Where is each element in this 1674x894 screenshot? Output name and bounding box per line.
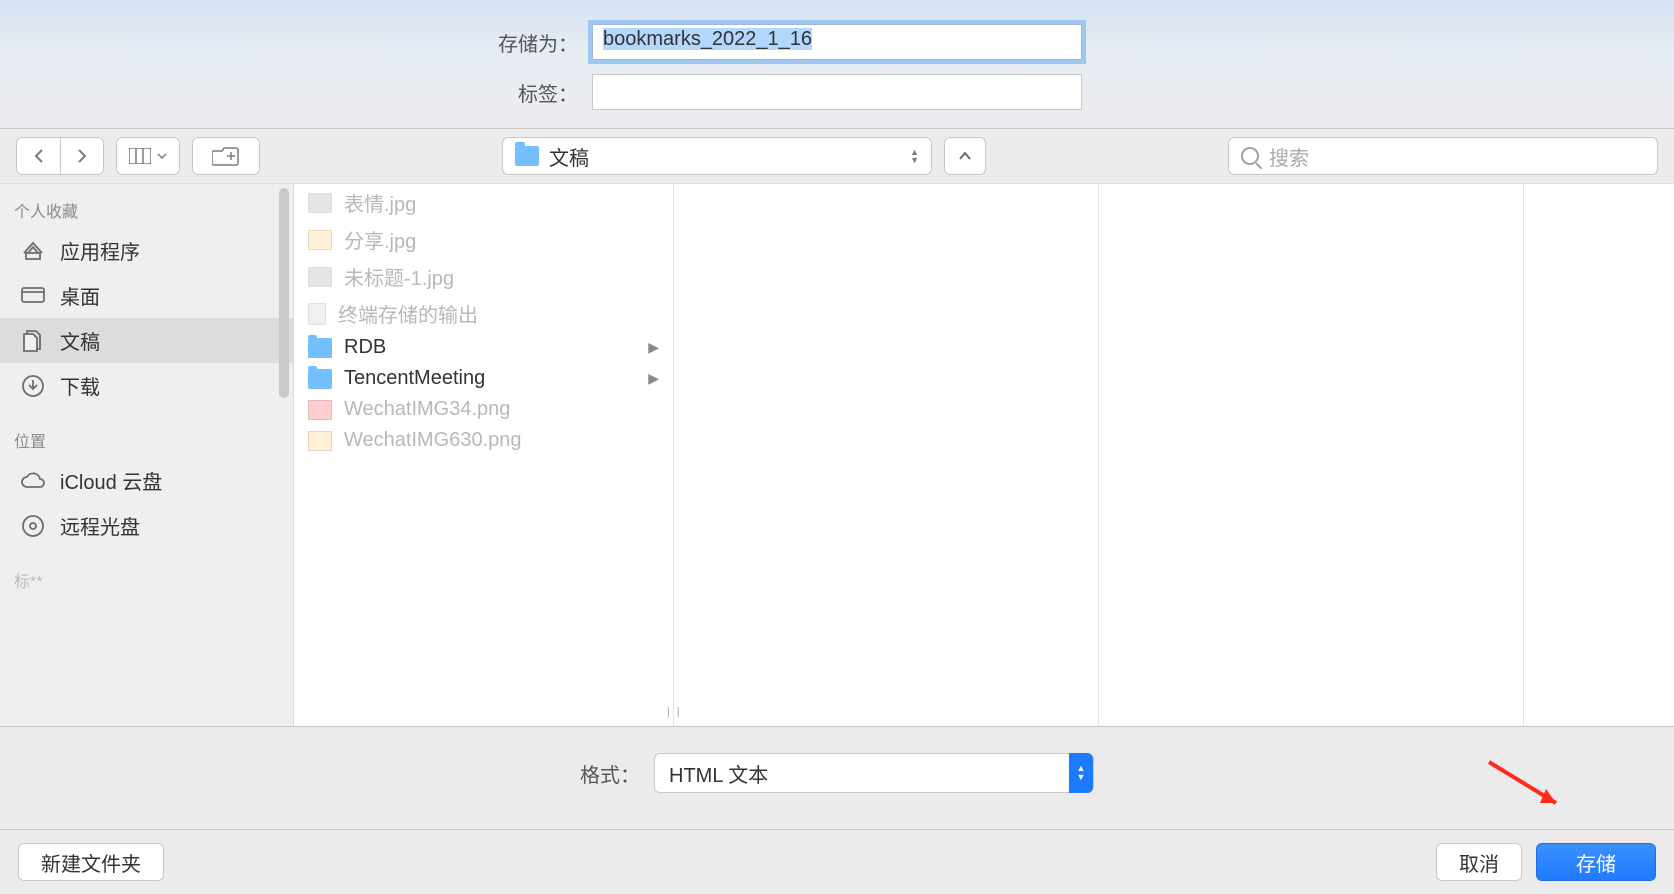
- search-icon: [1241, 147, 1259, 165]
- sidebar: 个人收藏 应用程序桌面文稿下载 位置 iCloud 云盘远程光盘 标**: [0, 184, 294, 726]
- file-name: WechatIMG34.png: [344, 398, 510, 421]
- folder-icon: [308, 338, 332, 358]
- view-mode-button[interactable]: [116, 137, 180, 175]
- cancel-label: 取消: [1459, 848, 1499, 877]
- apps-icon: [18, 239, 48, 263]
- sidebar-item-label: 下载: [60, 371, 100, 400]
- sidebar-section-locations: 位置: [0, 422, 293, 458]
- file-row: WechatIMG34.png: [294, 394, 673, 425]
- columns-icon: [129, 148, 151, 164]
- file-name: 未标题-1.jpg: [344, 262, 454, 291]
- cancel-button[interactable]: 取消: [1436, 843, 1522, 881]
- current-folder-select[interactable]: 文稿 ▲▼: [502, 137, 932, 175]
- sidebar-truncated: 标**: [0, 562, 293, 598]
- save-as-value: bookmarks_2022_1_16: [603, 28, 812, 50]
- sidebar-item-label: 应用程序: [60, 236, 140, 265]
- header-area: 存储为： bookmarks_2022_1_16 标签：: [0, 0, 1674, 129]
- column-resize-handle[interactable]: | |: [667, 706, 687, 722]
- stepper-icon: ▲▼: [1069, 753, 1093, 793]
- folder-plus-icon: [212, 146, 240, 166]
- downloads-icon: [18, 374, 48, 398]
- main-area: 个人收藏 应用程序桌面文稿下载 位置 iCloud 云盘远程光盘 标** 表情.…: [0, 184, 1674, 727]
- file-name: 表情.jpg: [344, 188, 416, 217]
- format-label: 格式：: [580, 759, 640, 788]
- file-icon: [308, 400, 332, 420]
- file-column-4: [1524, 184, 1674, 726]
- scrollbar[interactable]: [279, 188, 289, 398]
- collapse-button[interactable]: [944, 137, 986, 175]
- sidebar-item-downloads[interactable]: 下载: [0, 363, 293, 408]
- chevron-down-icon: [157, 152, 167, 160]
- file-row: 表情.jpg: [294, 184, 673, 221]
- format-bar: 格式： HTML 文本 ▲▼: [0, 727, 1674, 830]
- file-icon: [308, 193, 332, 213]
- current-folder-label: 文稿: [549, 142, 589, 171]
- format-select[interactable]: HTML 文本 ▲▼: [654, 753, 1094, 793]
- sidebar-item-label: 文稿: [60, 326, 100, 355]
- save-button[interactable]: 存储: [1536, 843, 1656, 881]
- chevron-right-icon: [76, 148, 88, 164]
- sidebar-item-apps[interactable]: 应用程序: [0, 228, 293, 273]
- file-icon: [308, 303, 326, 325]
- desktop-icon: [18, 284, 48, 308]
- tags-label: 标签：: [278, 78, 578, 107]
- chevron-up-icon: [958, 151, 972, 161]
- new-folder-icon-button[interactable]: [192, 137, 260, 175]
- new-folder-label: 新建文件夹: [41, 848, 141, 877]
- file-name: RDB: [344, 336, 386, 359]
- file-icon: [308, 267, 332, 287]
- stepper-icon: ▲▼: [910, 148, 919, 164]
- format-value: HTML 文本: [669, 759, 768, 788]
- toolbar: 文稿 ▲▼ 搜索: [0, 129, 1674, 184]
- sidebar-item-disc[interactable]: 远程光盘: [0, 503, 293, 548]
- search-placeholder: 搜索: [1269, 142, 1309, 171]
- file-row: 终端存储的输出: [294, 295, 673, 332]
- sidebar-item-label: iCloud 云盘: [60, 466, 162, 495]
- file-name: TencentMeeting: [344, 367, 485, 390]
- annotation-arrow: [1484, 757, 1574, 817]
- sidebar-item-documents[interactable]: 文稿: [0, 318, 293, 363]
- tags-input[interactable]: [592, 74, 1082, 110]
- save-dialog: 存储为： bookmarks_2022_1_16 标签：: [0, 0, 1674, 894]
- file-row: 未标题-1.jpg: [294, 258, 673, 295]
- chevron-right-icon: ▶: [648, 370, 659, 387]
- forward-button[interactable]: [60, 137, 104, 175]
- search-input[interactable]: 搜索: [1228, 137, 1658, 175]
- file-name: 分享.jpg: [344, 225, 416, 254]
- disc-icon: [18, 514, 48, 538]
- save-label: 存储: [1576, 848, 1616, 877]
- file-name: WechatIMG630.png: [344, 429, 522, 452]
- file-name: 终端存储的输出: [338, 299, 478, 328]
- sidebar-item-label: 桌面: [60, 281, 100, 310]
- save-as-input[interactable]: bookmarks_2022_1_16: [592, 24, 1082, 60]
- folder-row[interactable]: RDB ▶: [294, 332, 673, 363]
- folder-icon: [308, 369, 332, 389]
- footer: 新建文件夹 取消 存储: [0, 830, 1674, 894]
- cloud-icon: [18, 469, 48, 493]
- sidebar-section-favorites: 个人收藏: [0, 192, 293, 228]
- sidebar-item-label: 远程光盘: [60, 511, 140, 540]
- file-icon: [308, 431, 332, 451]
- chevron-right-icon: ▶: [648, 339, 659, 356]
- save-as-label: 存储为：: [278, 28, 578, 57]
- folder-row[interactable]: TencentMeeting ▶: [294, 363, 673, 394]
- file-column-3: [1099, 184, 1524, 726]
- file-column-1: 表情.jpg分享.jpg未标题-1.jpg终端存储的输出RDB▶TencentM…: [294, 184, 674, 726]
- sidebar-item-cloud[interactable]: iCloud 云盘: [0, 458, 293, 503]
- folder-icon: [515, 146, 539, 166]
- documents-icon: [18, 329, 48, 353]
- chevron-left-icon: [33, 148, 45, 164]
- back-button[interactable]: [16, 137, 60, 175]
- file-column-2: [674, 184, 1099, 726]
- file-row: 分享.jpg: [294, 221, 673, 258]
- new-folder-button[interactable]: 新建文件夹: [18, 843, 164, 881]
- file-row: WechatIMG630.png: [294, 425, 673, 456]
- sidebar-item-desktop[interactable]: 桌面: [0, 273, 293, 318]
- file-icon: [308, 230, 332, 250]
